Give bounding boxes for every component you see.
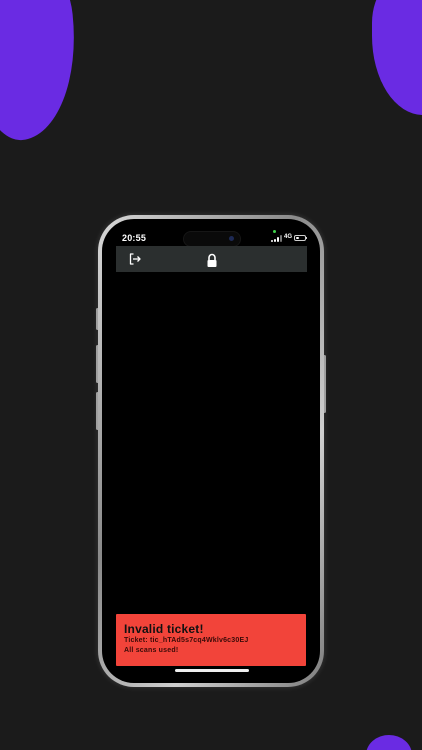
app-header bbox=[116, 246, 307, 272]
decorative-blob-top-left bbox=[0, 0, 86, 146]
network-type: 4G bbox=[284, 234, 293, 240]
invalid-ticket-toast: Invalid ticket! Ticket: tic_hTAd5s7cq4Wk… bbox=[116, 614, 306, 666]
dynamic-island bbox=[183, 231, 241, 247]
camera-dot bbox=[229, 236, 234, 241]
toast-title: Invalid ticket! bbox=[124, 622, 204, 636]
toast-status: All scans used! bbox=[124, 647, 179, 654]
decorative-blob-bottom-right bbox=[366, 735, 412, 750]
logout-icon bbox=[129, 253, 141, 265]
home-indicator[interactable] bbox=[175, 669, 249, 672]
status-time: 20:55 bbox=[122, 233, 147, 243]
phone-screen: 20:55 4G Invalid ticket! Ticket: tic_hTA… bbox=[102, 219, 320, 683]
logout-button[interactable] bbox=[128, 252, 142, 266]
lock-icon bbox=[205, 253, 219, 268]
decorative-blob-top-right bbox=[372, 0, 422, 115]
camera-in-use-indicator bbox=[273, 230, 276, 233]
battery-cap bbox=[306, 237, 307, 239]
battery-icon bbox=[294, 235, 306, 241]
toast-ticket-id: Ticket: tic_hTAd5s7cq4Wklv6c30EJ bbox=[124, 637, 249, 644]
status-bar: 20:55 4G bbox=[102, 219, 320, 247]
app-store-screenshot: 20:55 4G Invalid ticket! Ticket: tic_hTA… bbox=[0, 0, 422, 750]
signal-icon bbox=[271, 235, 283, 242]
